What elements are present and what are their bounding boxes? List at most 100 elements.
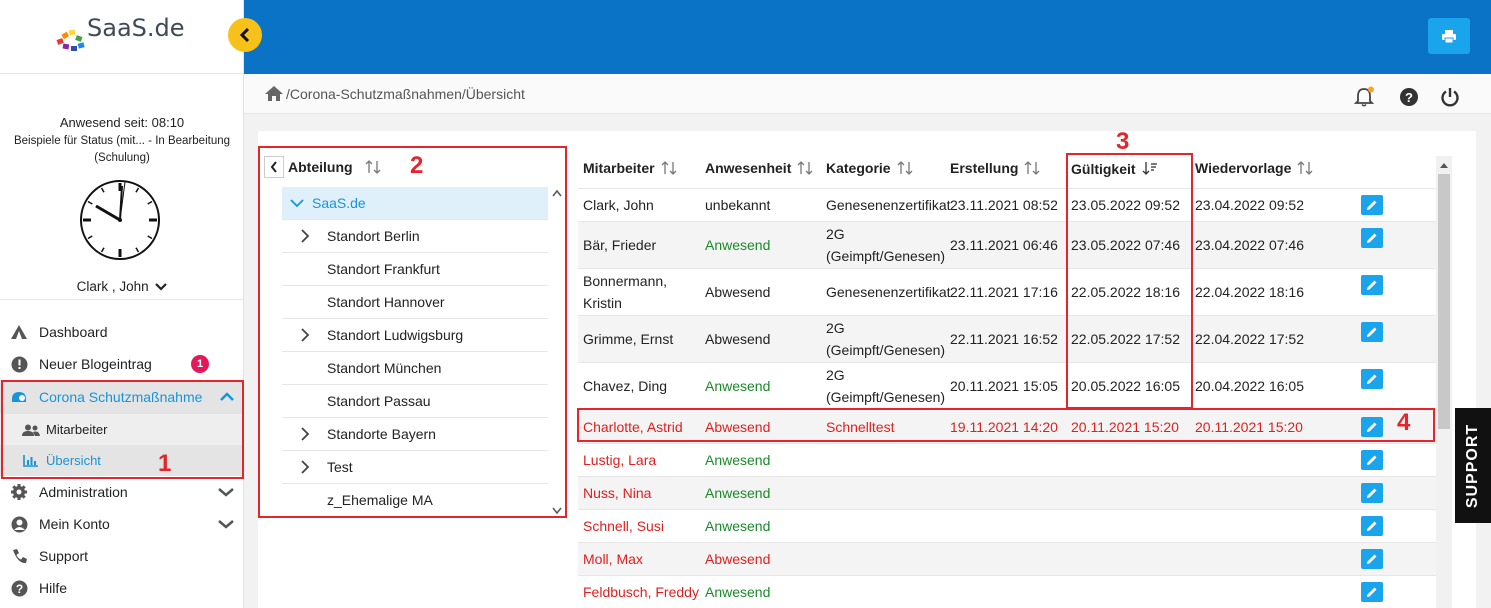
edit-button[interactable] bbox=[1361, 483, 1383, 503]
edit-button[interactable] bbox=[1361, 549, 1383, 569]
sidebar-collapse-button[interactable] bbox=[228, 18, 262, 52]
table-row[interactable]: Bär, Frieder Anwesend 2G (Geimpft/Genesen)… bbox=[578, 222, 1436, 269]
edit-button[interactable] bbox=[1361, 450, 1383, 470]
annotation-number: 1 bbox=[158, 450, 172, 477]
user-select[interactable]: Clark , John bbox=[0, 279, 244, 294]
home-icon[interactable] bbox=[264, 85, 284, 102]
table-row[interactable]: Nuss, Nina Anwesend bbox=[578, 477, 1436, 510]
column-header[interactable]: Erstellung bbox=[947, 160, 1065, 179]
column-header[interactable]: Anwesenheit bbox=[700, 160, 822, 179]
follow-up-date: 23.04.2022 09:52 bbox=[1195, 197, 1304, 213]
tree-item[interactable]: Test bbox=[282, 451, 548, 484]
edit-button[interactable] bbox=[1361, 416, 1383, 437]
table-row[interactable]: Charlotte, Astrid Abwesend Schnelltest 19.1… bbox=[578, 410, 1436, 444]
scroll-thumb[interactable] bbox=[1438, 174, 1450, 429]
column-header[interactable]: Kategorie bbox=[822, 160, 947, 179]
valid-until: 20.11.2021 15:20 bbox=[1071, 418, 1179, 435]
edit-cell bbox=[1356, 483, 1436, 503]
nav-overview[interactable]: Übersicht bbox=[0, 445, 244, 476]
user-circle-icon bbox=[10, 515, 28, 533]
edit-cell bbox=[1356, 516, 1436, 536]
edit-button[interactable] bbox=[1361, 228, 1383, 248]
table-row[interactable]: Chavez, Ding Anwesend 2G (Geimpft/Genesen)… bbox=[578, 363, 1436, 410]
chevron-right-icon[interactable] bbox=[282, 427, 327, 441]
tree-item-label: Standort München bbox=[327, 360, 442, 376]
tree-item[interactable]: Standort Passau bbox=[282, 385, 548, 418]
sort-icon[interactable] bbox=[1024, 161, 1040, 179]
svg-text:?: ? bbox=[1405, 90, 1413, 105]
chevron-right-icon[interactable] bbox=[282, 328, 327, 342]
tree-item[interactable]: Standort Hannover bbox=[282, 286, 548, 319]
sort-icon[interactable] bbox=[365, 159, 381, 175]
sort-icon[interactable] bbox=[661, 161, 677, 179]
content-panel: Abteilung SaaS.de Standort Berlin Standort… bbox=[258, 131, 1476, 608]
nav-administration[interactable]: Administration bbox=[0, 476, 244, 508]
table-row[interactable]: Grimme, Ernst Abwesend 2G (Geimpft/Genesen… bbox=[578, 316, 1436, 363]
nav-support[interactable]: Support bbox=[0, 540, 244, 572]
tree-item[interactable]: Standorte Bayern bbox=[282, 418, 548, 451]
chevron-right-icon[interactable] bbox=[282, 229, 327, 243]
nav-dashboard[interactable]: Dashboard bbox=[0, 316, 244, 348]
table-row[interactable]: Bonnermann, Kristin Abwesend Genesenenzert… bbox=[578, 269, 1436, 316]
column-header-label: Mitarbeiter bbox=[583, 160, 655, 177]
nav-employees[interactable]: Mitarbeiter bbox=[0, 414, 244, 445]
column-header[interactable]: Gültigkeit bbox=[1065, 161, 1190, 179]
tree-item[interactable]: SaaS.de bbox=[282, 187, 548, 220]
sort-desc-icon[interactable] bbox=[1142, 162, 1158, 178]
breadcrumb-bar: /Corona-Schutzmaßnahmen/Übersicht ? bbox=[244, 74, 1491, 114]
nav-employees-label: Mitarbeiter bbox=[46, 422, 108, 437]
employee-table: Mitarbeiter Anwesenheit Kategorie Erstellun… bbox=[578, 151, 1436, 608]
edit-button[interactable] bbox=[1361, 195, 1383, 215]
edit-button[interactable] bbox=[1361, 582, 1383, 602]
bell-icon[interactable] bbox=[1353, 86, 1375, 108]
tree-collapse-button[interactable] bbox=[264, 156, 284, 178]
print-button[interactable] bbox=[1428, 18, 1470, 54]
main-nav: Dashboard Neuer Blogeintrag 1 Corona Sch… bbox=[0, 316, 244, 604]
tree-item[interactable]: Standort Berlin bbox=[282, 220, 548, 253]
tree-item[interactable]: Standort Frankfurt bbox=[282, 253, 548, 286]
column-header[interactable]: Wiedervorlage bbox=[1190, 160, 1356, 179]
valid-until: 23.05.2022 07:46 bbox=[1071, 237, 1180, 253]
sort-icon[interactable] bbox=[897, 161, 913, 179]
presence-status: Anwesend bbox=[705, 452, 771, 468]
nav-help[interactable]: ? Hilfe bbox=[0, 572, 244, 604]
sort-icon[interactable] bbox=[1297, 161, 1313, 179]
edit-button[interactable] bbox=[1361, 369, 1383, 389]
print-icon bbox=[1442, 29, 1456, 43]
chevron-down-icon[interactable] bbox=[282, 198, 312, 208]
tree-scrollbar[interactable] bbox=[550, 187, 564, 517]
chevron-left-icon bbox=[270, 161, 277, 173]
tree-item[interactable]: Standort Ludwigsburg bbox=[282, 319, 548, 352]
table-row[interactable]: Lustig, Lara Anwesend bbox=[578, 444, 1436, 477]
tree-item[interactable]: Standort München bbox=[282, 352, 548, 385]
edit-button[interactable] bbox=[1361, 275, 1383, 295]
table-row[interactable]: Clark, John unbekannt Genesenenzertifikat 2… bbox=[578, 189, 1436, 222]
nav-account[interactable]: Mein Konto bbox=[0, 508, 244, 540]
pencil-icon bbox=[1367, 422, 1377, 432]
column-header[interactable]: Mitarbeiter bbox=[578, 160, 700, 179]
nav-blog[interactable]: Neuer Blogeintrag 1 bbox=[0, 348, 244, 380]
category: Genesenenzertifikat bbox=[826, 284, 951, 300]
support-tab[interactable]: SUPPORT bbox=[1455, 408, 1491, 523]
annotation-number: 4 bbox=[1397, 409, 1411, 436]
table-scrollbar[interactable] bbox=[1436, 156, 1452, 608]
power-icon[interactable] bbox=[1440, 87, 1460, 107]
breadcrumb-path[interactable]: /Corona-Schutzmaßnahmen/Übersicht bbox=[286, 86, 525, 102]
sort-icon[interactable] bbox=[797, 161, 813, 179]
chevron-right-icon[interactable] bbox=[282, 460, 327, 474]
follow-up-date: 23.04.2022 07:46 bbox=[1195, 237, 1304, 253]
edit-button[interactable] bbox=[1361, 322, 1383, 342]
nav-corona[interactable]: Corona Schutzmaßnahme bbox=[0, 380, 244, 414]
valid-until: 22.05.2022 17:52 bbox=[1071, 331, 1180, 347]
table-row[interactable]: Schnell, Susi Anwesend bbox=[578, 510, 1436, 543]
clock-icon bbox=[80, 180, 160, 260]
tree-item[interactable]: z_Ehemalige MA bbox=[282, 484, 548, 517]
employee-name: Grimme, Ernst bbox=[583, 331, 674, 347]
edit-cell bbox=[1356, 369, 1436, 389]
tree-title[interactable]: Abteilung bbox=[288, 159, 353, 175]
employee-name: Nuss, Nina bbox=[583, 485, 652, 501]
edit-button[interactable] bbox=[1361, 516, 1383, 536]
table-row[interactable]: Moll, Max Abwesend bbox=[578, 543, 1436, 576]
help-circle-icon[interactable]: ? bbox=[1399, 87, 1419, 107]
table-row[interactable]: Feldbusch, Freddy Anwesend bbox=[578, 576, 1436, 608]
